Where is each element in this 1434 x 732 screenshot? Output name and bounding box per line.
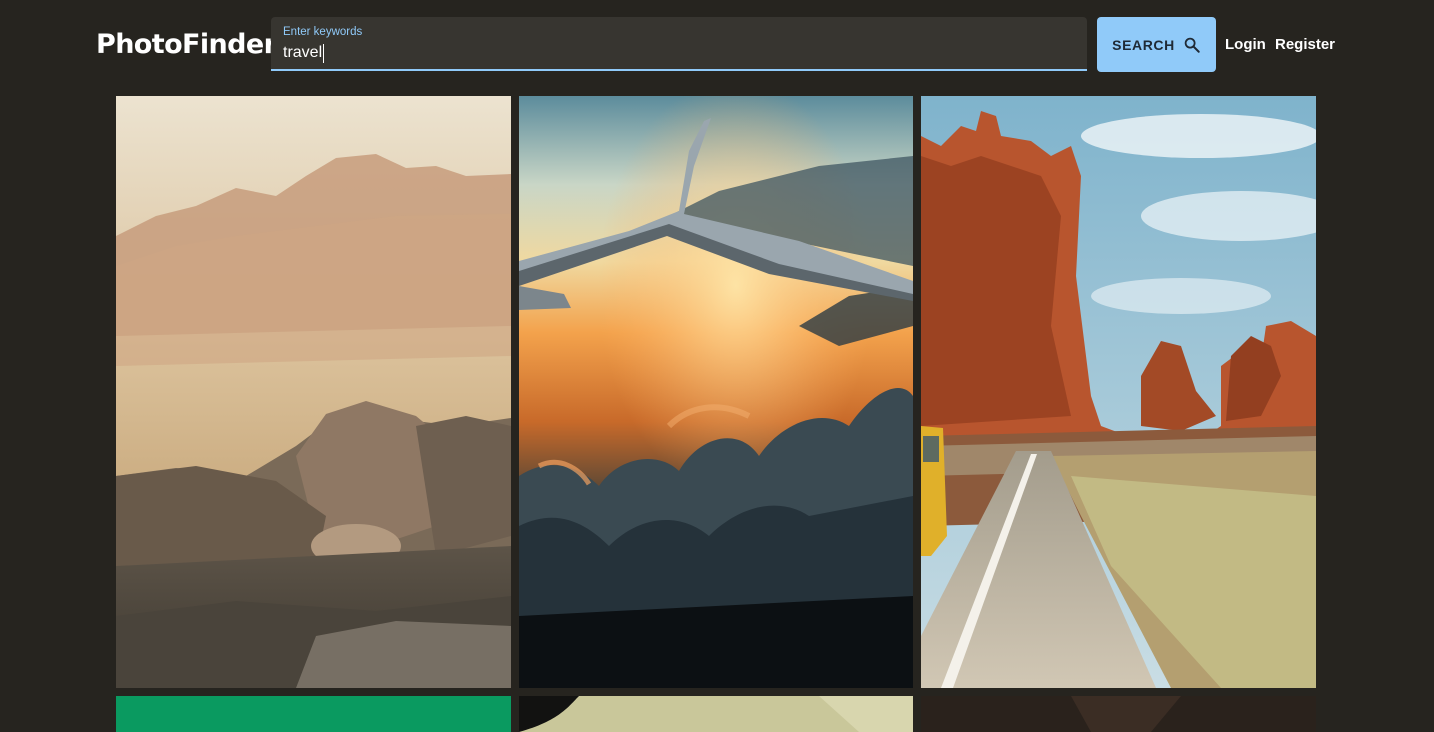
app-header: PhotoFinder Enter keywords SEARCH Login … [0, 0, 1434, 92]
search-field-label: Enter keywords [283, 26, 363, 38]
photo-tile-dark[interactable] [921, 696, 1316, 732]
photo-car-window [519, 696, 913, 732]
photo-airplane-wing [519, 96, 913, 688]
photo-tile-airplane-wing[interactable] [519, 96, 913, 688]
search-button[interactable]: SEARCH [1097, 17, 1216, 72]
app-logo[interactable]: PhotoFinder [96, 27, 277, 63]
login-link[interactable]: Login [1225, 35, 1266, 55]
photo-tile-desert-rocks[interactable] [116, 96, 511, 688]
text-caret [323, 44, 324, 63]
photo-dark [921, 696, 1316, 732]
register-link[interactable]: Register [1275, 35, 1335, 55]
search-button-label: SEARCH [1112, 36, 1175, 53]
photo-tile-green[interactable] [116, 696, 511, 732]
search-icon [1183, 36, 1201, 54]
search-input[interactable] [283, 42, 1063, 64]
photo-tile-desert-road[interactable] [921, 96, 1316, 688]
photo-desert-road [921, 96, 1316, 688]
photo-tile-car-window[interactable] [519, 696, 913, 732]
search-field[interactable]: Enter keywords [271, 17, 1087, 71]
photo-desert-rocks [116, 96, 511, 688]
